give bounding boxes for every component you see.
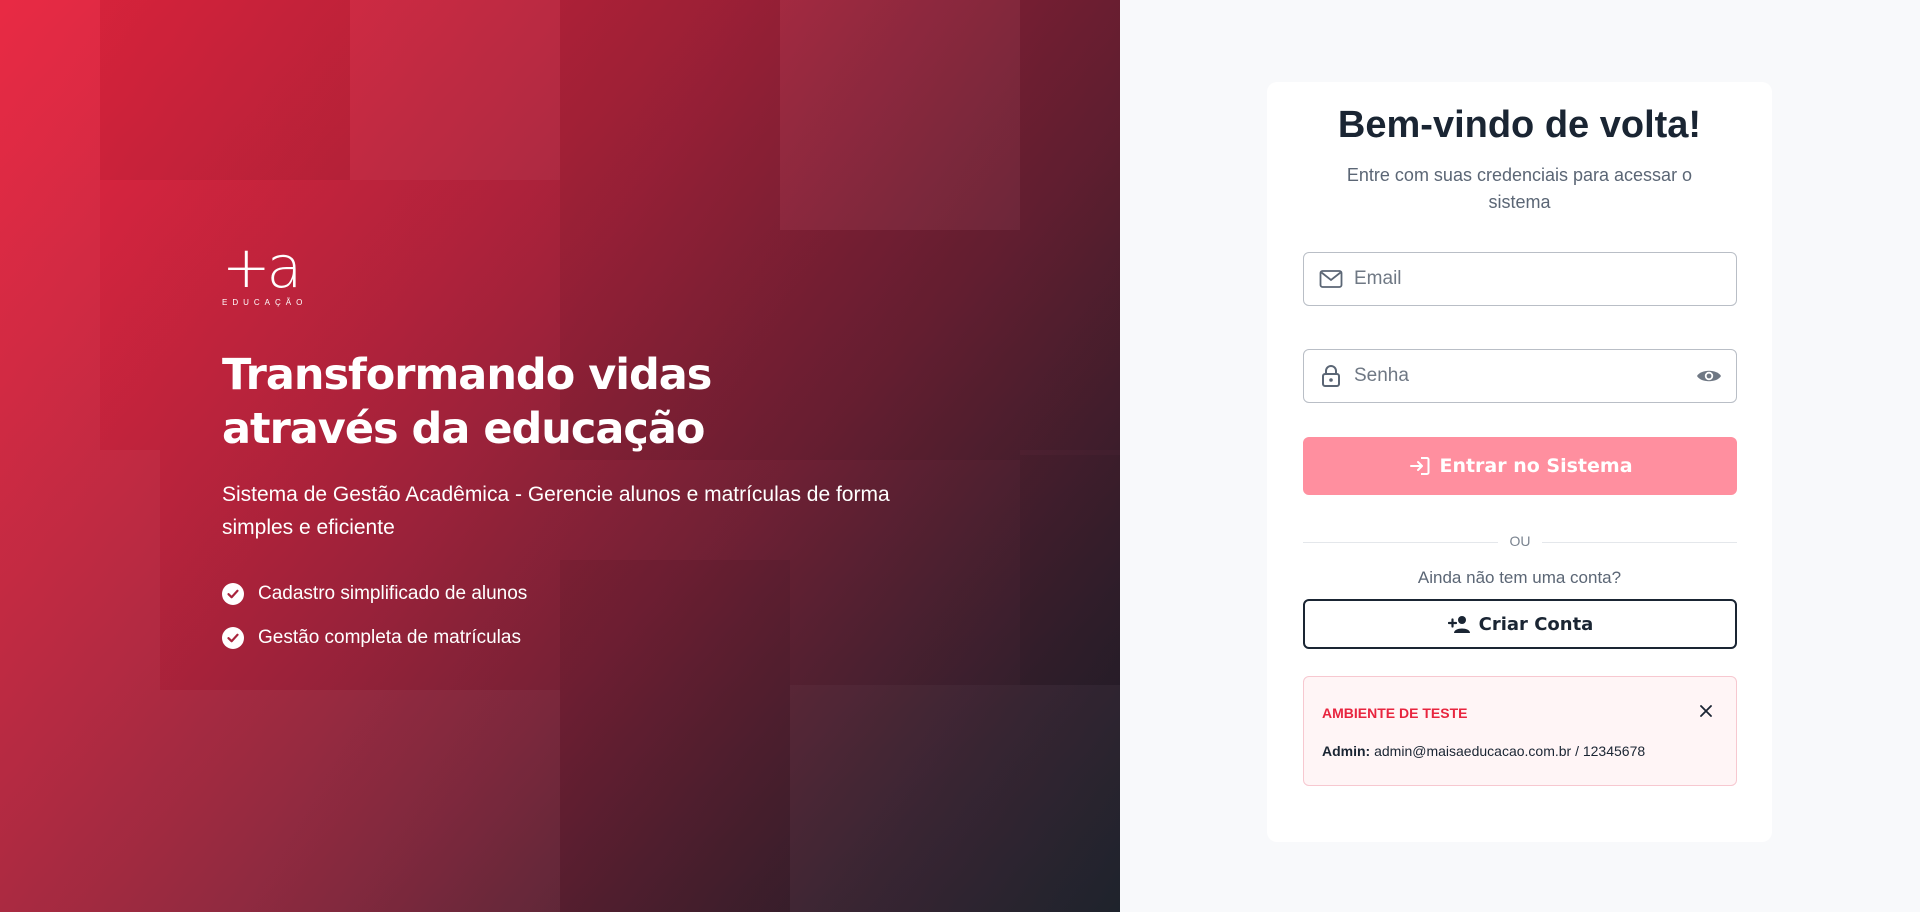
hero-panel: +a EDUCAÇÃO Transformando vidas através …	[0, 0, 1120, 912]
email-input[interactable]	[1354, 268, 1722, 290]
login-subtitle: Entre com suas credenciais para acessar …	[1346, 165, 1693, 212]
logo-subtitle: EDUCAÇÃO	[222, 298, 308, 307]
close-icon[interactable]	[1696, 701, 1716, 721]
hero-content: +a EDUCAÇÃO Transformando vidas através …	[222, 238, 922, 660]
lock-icon	[1318, 363, 1344, 389]
check-circle-icon	[222, 627, 244, 649]
add-user-icon	[1447, 611, 1473, 637]
feature-item: Cadastro simplificado de alunos	[222, 572, 922, 616]
admin-label: Admin:	[1322, 743, 1371, 759]
create-account-button[interactable]: Criar Conta	[1303, 599, 1737, 649]
password-field[interactable]	[1303, 349, 1737, 403]
check-circle-icon	[222, 583, 244, 605]
login-button[interactable]: Entrar no Sistema	[1303, 437, 1737, 495]
password-input[interactable]	[1354, 365, 1696, 387]
divider-label: OU	[1509, 533, 1531, 549]
login-icon	[1407, 453, 1433, 479]
hero-title-line1: Transformando vidas	[222, 350, 712, 400]
hero-title-line2: através da educação	[222, 404, 705, 454]
admin-credentials: admin@maisaeducacao.com.br / 12345678	[1374, 743, 1646, 759]
feature-label: Cadastro simplificado de alunos	[258, 583, 528, 604]
test-environment-notice: AMBIENTE DE TESTE Admin: admin@maisaeduc…	[1303, 676, 1737, 786]
notice-credentials: Admin: admin@maisaeducacao.com.br / 1234…	[1322, 743, 1645, 759]
feature-item: Gestão completa de matrículas	[222, 616, 922, 660]
no-account-text: Ainda não tem uma conta?	[1417, 568, 1622, 587]
feature-label: Gestão completa de matrículas	[258, 627, 521, 648]
create-account-label: Criar Conta	[1478, 613, 1594, 635]
divider-line	[1542, 542, 1737, 543]
logo-mark: +a	[222, 233, 302, 301]
login-panel: Bem-vindo de volta! Entre com suas crede…	[1120, 0, 1920, 912]
notice-title: AMBIENTE DE TESTE	[1322, 705, 1468, 721]
mail-icon	[1318, 266, 1344, 292]
email-field[interactable]	[1303, 252, 1737, 306]
login-button-label: Entrar no Sistema	[1439, 455, 1633, 477]
login-title: Bem-vindo de volta!	[1337, 104, 1702, 146]
login-card: Bem-vindo de volta! Entre com suas crede…	[1267, 82, 1772, 842]
eye-icon[interactable]	[1696, 363, 1722, 389]
feature-list: Cadastro simplificado de alunos Gestão c…	[222, 572, 922, 660]
hero-title: Transformando vidas através da educação	[222, 348, 922, 456]
or-divider: OU	[1303, 532, 1737, 552]
brand-logo: +a EDUCAÇÃO	[222, 238, 322, 312]
hero-description: Sistema de Gestão Acadêmica - Gerencie a…	[222, 483, 890, 539]
